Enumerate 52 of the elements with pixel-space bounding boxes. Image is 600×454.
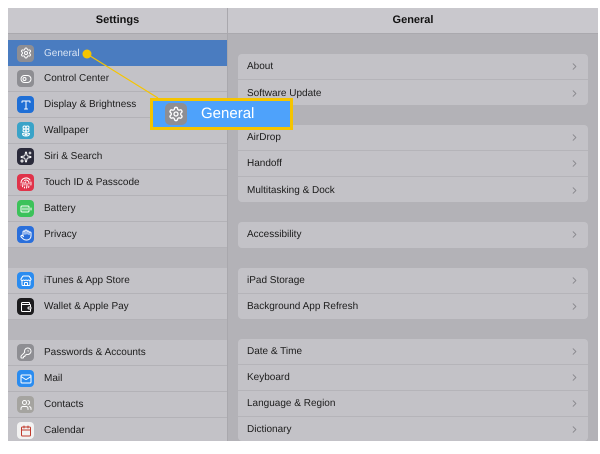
sidebar-item-label: Display & Brightness <box>44 98 136 112</box>
sidebar-item-label: Wallpaper <box>44 124 89 138</box>
settings-row-label: Date & Time <box>247 344 302 359</box>
sidebar-item[interactable]: Wallet & Apple Pay <box>8 294 227 320</box>
settings-row-label: Multitasking & Dock <box>247 184 335 198</box>
settings-row-label: Language & Region <box>247 396 336 411</box>
sidebar-item-label: iTunes & App Store <box>44 274 130 288</box>
sidebar-item-label: Siri & Search <box>44 150 102 164</box>
settings-row[interactable]: Background App Refresh <box>238 294 588 319</box>
sidebar-item-label: General <box>44 46 80 60</box>
sidebar-item[interactable]: Calendar <box>8 418 227 441</box>
sidebar-item[interactable]: Passwords & Accounts <box>8 340 227 366</box>
detail-title: General <box>392 13 434 28</box>
settings-row-label: Background App Refresh <box>247 300 358 314</box>
settings-row-label: Software Update <box>247 86 322 100</box>
settings-row-label: Dictionary <box>247 423 292 438</box>
sidebar-item[interactable]: Battery <box>8 196 227 222</box>
sidebar-title: Settings <box>96 13 140 28</box>
settings-row-label: Accessibility <box>247 228 302 242</box>
settings-row[interactable]: About <box>238 54 588 80</box>
sidebar-item-label: Calendar <box>44 424 85 438</box>
settings-row-label: iPad Storage <box>247 274 305 288</box>
settings-row[interactable]: iPad Storage <box>238 268 588 294</box>
settings-row-label: Keyboard <box>247 370 290 385</box>
settings-row[interactable]: Software Update <box>238 80 588 106</box>
sidebar-item-label: Mail <box>44 372 62 386</box>
settings-row-label: Handoff <box>247 157 282 172</box>
sidebar-item[interactable]: Siri & Search <box>8 144 227 170</box>
sidebar-item-label: Touch ID & Passcode <box>44 176 140 190</box>
settings-row[interactable]: Handoff <box>238 151 588 178</box>
settings-row[interactable]: Language & Region <box>238 390 588 417</box>
settings-row[interactable]: Accessibility <box>238 222 588 248</box>
sidebar-item-label: Battery <box>44 202 76 216</box>
settings-row[interactable]: Dictionary <box>238 416 588 441</box>
sidebar-item[interactable]: Mail <box>8 366 227 392</box>
sidebar-item[interactable]: Contacts <box>8 392 227 418</box>
sidebar-item[interactable]: Privacy <box>8 222 227 248</box>
sidebar-item-label: Passwords & Accounts <box>44 346 146 360</box>
sidebar-item-label: Wallet & Apple Pay <box>44 300 129 314</box>
sidebar-item-label: Privacy <box>44 228 77 242</box>
settings-row-label: About <box>247 60 274 74</box>
gear-icon <box>165 103 187 125</box>
sidebar-item-label: Contacts <box>44 398 84 412</box>
pointer-dot <box>82 50 92 58</box>
sidebar-item[interactable]: Control Center <box>8 66 227 92</box>
settings-row[interactable]: Multitasking & Dock <box>238 177 588 202</box>
settings-row[interactable]: Keyboard <box>238 364 588 391</box>
settings-row-label: AirDrop <box>247 131 281 146</box>
settings-row[interactable]: Date & Time <box>238 338 588 365</box>
sidebar-item-label: Control Center <box>44 72 110 86</box>
sidebar-item[interactable]: Touch ID & Passcode <box>8 170 227 196</box>
sidebar-item[interactable]: iTunes & App Store <box>8 268 227 294</box>
